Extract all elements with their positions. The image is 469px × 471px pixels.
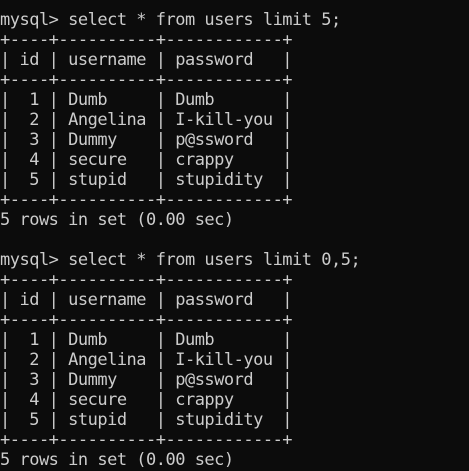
- table-row: | 4 | secure | crappy |: [0, 150, 293, 170]
- table-row: | 3 | Dummy | p@ssword |: [0, 370, 293, 390]
- table-row: | 2 | Angelina | I-kill-you |: [0, 110, 293, 130]
- table-header-row: | id | username | password |: [0, 50, 293, 70]
- table-row: | 3 | Dummy | p@ssword |: [0, 130, 293, 150]
- table-border-top: +----+----------+------------+: [0, 30, 293, 50]
- table-row: | 5 | stupid | stupidity |: [0, 170, 293, 190]
- table-row: | 2 | Angelina | I-kill-you |: [0, 350, 293, 370]
- result-summary: 5 rows in set (0.00 sec): [0, 450, 234, 470]
- table-border-top: +----+----------+------------+: [0, 270, 293, 290]
- table-row: | 1 | Dumb | Dumb |: [0, 330, 293, 350]
- table-border-header: +----+----------+------------+: [0, 70, 293, 90]
- table-row: | 5 | stupid | stupidity |: [0, 410, 293, 430]
- table-row: | 4 | secure | crappy |: [0, 390, 293, 410]
- table-border-bottom: +----+----------+------------+: [0, 430, 293, 450]
- table-header-row: | id | username | password |: [0, 290, 293, 310]
- command-prompt-line: mysql> select * from users limit 5;: [0, 10, 341, 30]
- command-prompt-line: mysql> select * from users limit 0,5;: [0, 250, 361, 270]
- table-row: | 1 | Dumb | Dumb |: [0, 90, 293, 110]
- result-summary: 5 rows in set (0.00 sec): [0, 210, 234, 230]
- terminal-window[interactable]: mysql> select * from users limit 5; +---…: [0, 0, 469, 471]
- table-border-header: +----+----------+------------+: [0, 310, 293, 330]
- table-border-bottom: +----+----------+------------+: [0, 190, 293, 210]
